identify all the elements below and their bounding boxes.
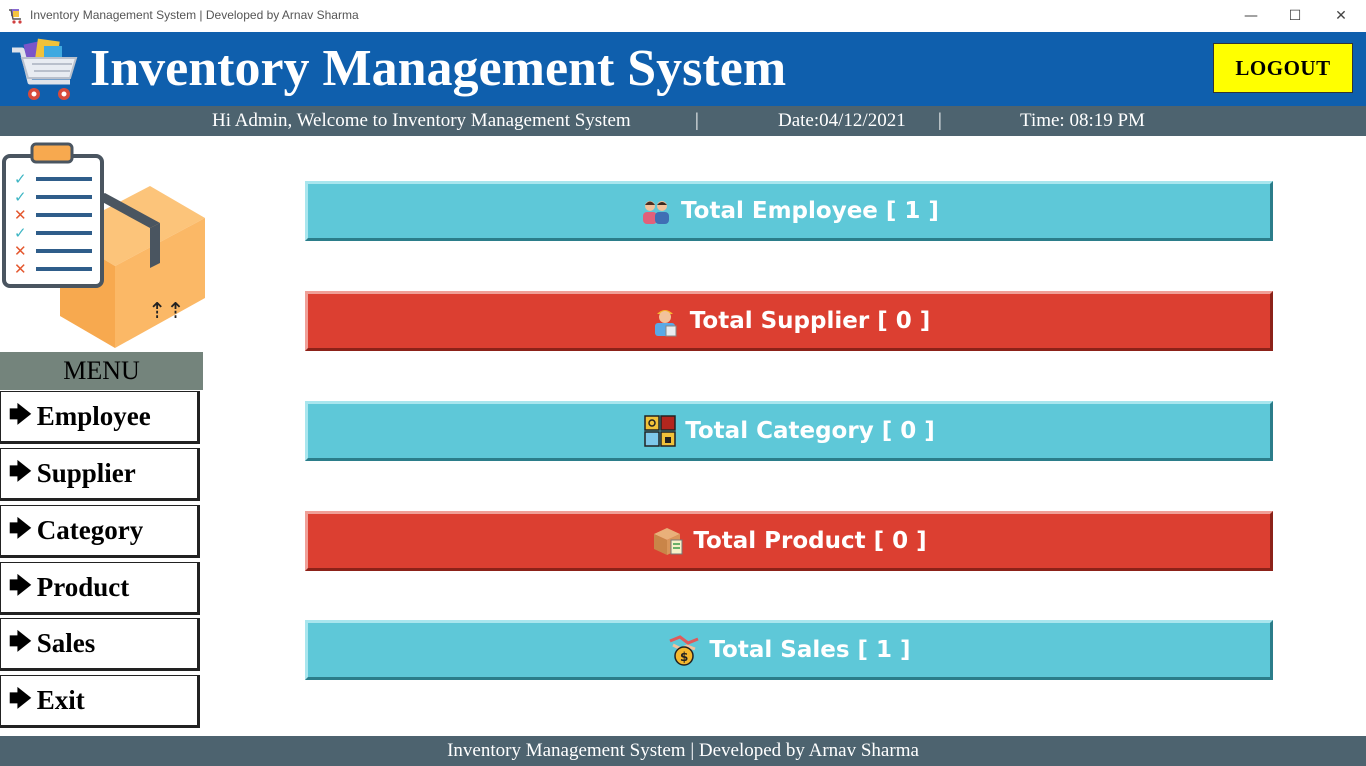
total-sales-label: Total Sales [ 1 ] <box>709 637 911 663</box>
separator: | <box>695 110 699 131</box>
total-sales-tile[interactable]: $ Total Sales [ 1 ] <box>305 620 1273 680</box>
svg-text:✕: ✕ <box>14 260 27 278</box>
welcome-text: Hi Admin, Welcome to Inventory Managemen… <box>212 110 631 131</box>
category-icon <box>644 415 676 447</box>
time-text: Time: 08:19 PM <box>1020 110 1145 131</box>
total-product-tile[interactable]: Total Product [ 0 ] <box>305 511 1273 571</box>
arrow-right-icon: 🡆 <box>9 402 32 428</box>
total-employee-label: Total Employee [ 1 ] <box>681 198 939 224</box>
menu-item-label: Exit <box>36 685 85 715</box>
app-header: Inventory Management System <box>0 32 1366 106</box>
menu-item-exit[interactable]: 🡆 Exit <box>0 675 200 728</box>
window-title: Inventory Management System | Developed … <box>30 8 359 22</box>
separator: | <box>938 110 942 131</box>
footer-credits: Inventory Management System | Developed … <box>0 736 1366 766</box>
maximize-button[interactable]: ☐ <box>1272 0 1318 32</box>
inventory-clipboard-box-illustration: ⇡⇡ ✓ ✓ ✕ ✓ ✕ ✕ <box>2 142 205 348</box>
menu-item-label: Employee <box>36 401 151 431</box>
menu-title: MENU <box>0 352 203 390</box>
svg-text:$: $ <box>680 650 688 664</box>
shopping-cart-logo-icon <box>12 38 78 100</box>
window-titlebar: Inventory Management System | Developed … <box>0 0 1366 33</box>
menu-item-label: Product <box>36 572 130 602</box>
sales-money-icon: $ <box>669 635 699 666</box>
close-button[interactable]: ✕ <box>1318 0 1364 32</box>
date-text: Date:04/12/2021 <box>778 110 906 131</box>
total-category-tile[interactable]: Total Category [ 0 ] <box>305 401 1273 461</box>
svg-text:✓: ✓ <box>14 170 27 188</box>
arrow-right-icon: 🡆 <box>9 686 32 712</box>
logout-button[interactable]: LOGOUT <box>1213 43 1353 93</box>
svg-text:⇡⇡: ⇡⇡ <box>148 299 185 324</box>
menu-item-sales[interactable]: 🡆 Sales <box>0 618 200 671</box>
supplier-icon <box>654 310 677 337</box>
svg-text:✓: ✓ <box>14 188 27 206</box>
arrow-right-icon: 🡆 <box>9 516 32 542</box>
app-title: Inventory Management System <box>90 40 787 97</box>
product-box-icon <box>654 528 683 555</box>
total-product-label: Total Product [ 0 ] <box>693 528 927 554</box>
menu-item-label: Category <box>36 515 144 545</box>
menu-item-category[interactable]: 🡆 Category <box>0 505 200 558</box>
svg-text:✕: ✕ <box>14 206 27 224</box>
minimize-button[interactable]: — <box>1228 0 1274 32</box>
app-cart-icon <box>9 9 22 24</box>
total-category-label: Total Category [ 0 ] <box>685 418 935 444</box>
employees-icon <box>643 201 670 224</box>
arrow-right-icon: 🡆 <box>9 459 32 485</box>
menu-item-product[interactable]: 🡆 Product <box>0 562 200 615</box>
menu-item-label: Supplier <box>36 458 136 488</box>
total-supplier-tile[interactable]: Total Supplier [ 0 ] <box>305 291 1273 351</box>
status-bar: Hi Admin, Welcome to Inventory Managemen… <box>0 106 1366 136</box>
arrow-right-icon: 🡆 <box>9 573 32 599</box>
svg-text:✕: ✕ <box>14 242 27 260</box>
menu-item-label: Sales <box>36 628 96 658</box>
total-employee-tile[interactable]: Total Employee [ 1 ] <box>305 181 1273 241</box>
menu-item-employee[interactable]: 🡆 Employee <box>0 391 200 444</box>
total-supplier-label: Total Supplier [ 0 ] <box>689 308 931 334</box>
arrow-right-icon: 🡆 <box>9 629 32 655</box>
svg-text:✓: ✓ <box>14 224 27 242</box>
menu-item-supplier[interactable]: 🡆 Supplier <box>0 448 200 501</box>
